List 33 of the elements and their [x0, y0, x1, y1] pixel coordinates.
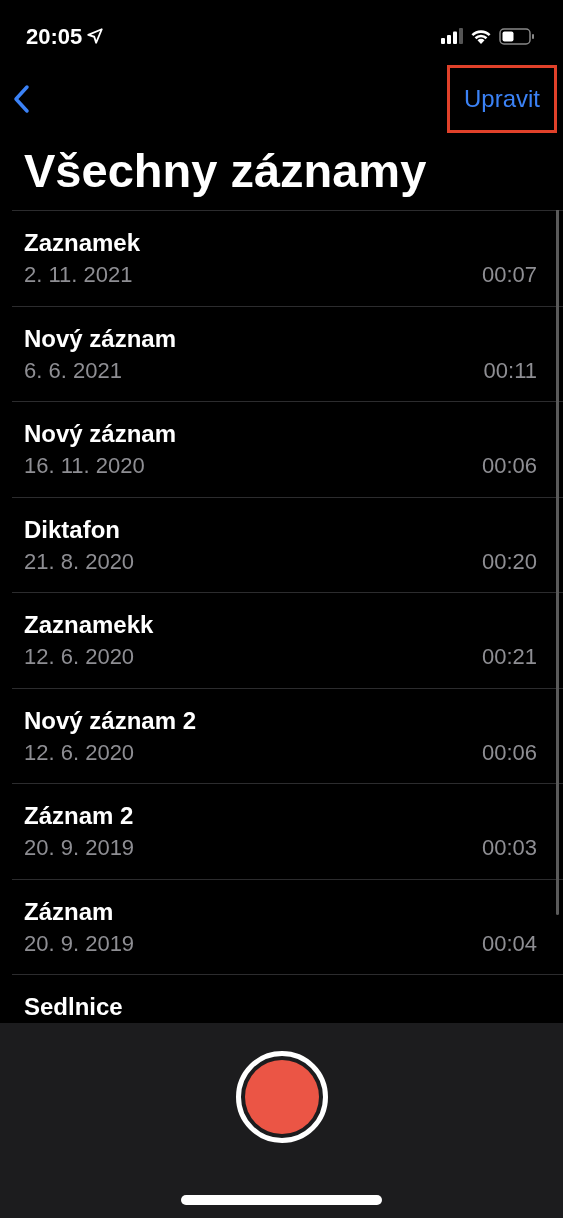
- recording-duration: 00:04: [481, 929, 537, 958]
- recording-duration: 00:06: [481, 452, 537, 480]
- recording-duration: 00:20: [481, 547, 537, 576]
- recording-date: 12. 6. 2020: [24, 643, 135, 671]
- location-arrow-icon: [86, 27, 105, 45]
- recording-date: 6. 6. 2021: [24, 356, 122, 385]
- recording-date: 21. 8. 2020: [24, 547, 135, 576]
- recording-date: 20. 9. 2019: [24, 929, 135, 958]
- clock-time: 20:05: [26, 22, 83, 51]
- back-chevron-icon: [12, 84, 32, 114]
- edit-button[interactable]: Upravit: [446, 65, 557, 133]
- recording-date: 12. 6. 2020: [24, 738, 135, 767]
- recording-duration: 00:11: [483, 356, 537, 385]
- battery-icon: [499, 27, 535, 45]
- recording-name: Zaznamekk: [24, 610, 154, 640]
- recording-name: Zaznamek: [24, 228, 141, 258]
- recording-duration: 00:21: [481, 643, 537, 671]
- recording-name: Diktafon: [24, 514, 120, 545]
- recording-date: 20. 9. 2019: [24, 834, 135, 862]
- signal-icon: [441, 28, 463, 44]
- recording-name: Záznam 2: [24, 801, 134, 831]
- recording-duration: 00:03: [481, 834, 537, 862]
- recording-date: 2. 11. 2021: [24, 261, 133, 289]
- wifi-icon: [470, 28, 492, 44]
- recording-date: 16. 11. 2020: [24, 452, 145, 480]
- recording-name: Nový záznam 2: [24, 705, 197, 736]
- recording-duration: 00:07: [481, 261, 537, 289]
- recording-name: Nový záznam: [24, 323, 177, 354]
- recording-duration: 00:06: [481, 738, 537, 767]
- recording-name: Nový záznam: [24, 419, 177, 449]
- record-button[interactable]: [235, 1051, 328, 1143]
- recording-name: Záznam: [24, 896, 114, 927]
- recording-name: Sedlnice: [24, 992, 123, 1022]
